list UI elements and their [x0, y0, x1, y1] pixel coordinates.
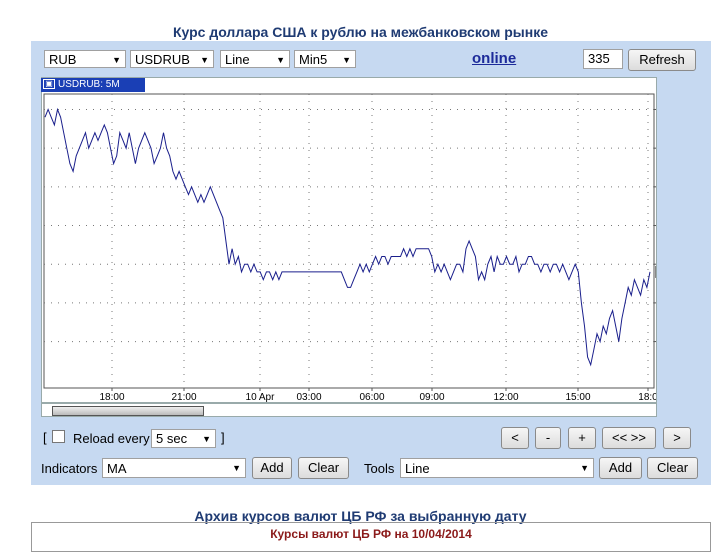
- chart-area[interactable]: 35.7535.7035.6535.6035.5535.5035.4518:00…: [41, 77, 657, 403]
- page-title: Курс доллара США к рублю на межбанковско…: [172, 24, 549, 40]
- chart-series-tag: ▣ USDRUB: 5M: [41, 78, 145, 92]
- last-value-marker: [655, 265, 656, 278]
- tools-label: Tools: [364, 461, 395, 476]
- zoom-out-button[interactable]: -: [535, 427, 561, 449]
- chevron-down-icon: ▼: [342, 55, 351, 65]
- reload-interval-select[interactable]: 5 sec ▼: [151, 429, 216, 448]
- indicators-select[interactable]: MA ▼: [102, 458, 246, 478]
- nav-prev-button[interactable]: <: [501, 427, 529, 449]
- plot-border: [43, 93, 655, 389]
- pair-select[interactable]: USDRUB ▼: [130, 50, 214, 68]
- nav-next-button[interactable]: >: [663, 427, 691, 449]
- reload-close-bracket: ]: [221, 430, 225, 445]
- tools-clear-button[interactable]: Clear: [647, 457, 698, 479]
- x-tick-label: 21:00: [171, 392, 196, 402]
- pair-select-value: USDRUB: [135, 52, 190, 67]
- chevron-down-icon: ▼: [580, 463, 589, 473]
- x-tick-label: 15:00: [565, 392, 590, 402]
- chart-type-select-value: Line: [225, 52, 250, 67]
- x-tick-label: 03:00: [296, 392, 321, 402]
- currency-select[interactable]: RUB ▼: [44, 50, 126, 68]
- refresh-button[interactable]: Refresh: [628, 49, 696, 71]
- x-tick-label: 12:00: [493, 392, 518, 402]
- chevron-down-icon: ▼: [112, 55, 121, 65]
- tools-select[interactable]: Line ▼: [400, 458, 594, 478]
- count-input[interactable]: 335: [583, 49, 623, 69]
- indicators-label: Indicators: [41, 461, 98, 476]
- series-tag-icon: ▣: [43, 79, 55, 89]
- reload-label: Reload every: [73, 431, 150, 446]
- x-tick-label: 18:00: [99, 392, 124, 402]
- archive-table: Курсы валют ЦБ РФ на 10/04/2014: [31, 522, 711, 552]
- x-tick-label: 09:00: [419, 392, 444, 402]
- tools-add-button[interactable]: Add: [599, 457, 642, 479]
- zoom-in-button[interactable]: +: [568, 427, 596, 449]
- chevron-down-icon: ▼: [232, 463, 241, 473]
- reload-interval-value: 5 sec: [156, 431, 188, 446]
- chevron-down-icon: ▼: [276, 55, 285, 65]
- indicators-add-button[interactable]: Add: [252, 457, 292, 479]
- chart-scrollbar[interactable]: [41, 403, 657, 417]
- scrollbar-thumb[interactable]: [52, 406, 204, 416]
- price-chart: 35.7535.7035.6535.6035.5535.5035.4518:00…: [43, 93, 656, 402]
- online-link[interactable]: online: [472, 50, 516, 67]
- chevron-down-icon: ▼: [202, 434, 211, 444]
- reload-checkbox[interactable]: [52, 430, 65, 443]
- currency-select-value: RUB: [49, 52, 77, 67]
- x-tick-label: 18:0: [638, 392, 656, 402]
- x-tick-label: 10 Apr: [246, 392, 276, 402]
- fit-all-button[interactable]: << >>: [602, 427, 656, 449]
- tools-select-value: Line: [405, 461, 430, 476]
- x-tick-label: 06:00: [359, 392, 384, 402]
- chart-tag-label: USDRUB: 5M: [58, 79, 120, 90]
- indicators-select-value: MA: [107, 461, 127, 476]
- archive-subtitle: Курсы валют ЦБ РФ на 10/04/2014: [270, 527, 472, 541]
- interval-select[interactable]: Min5 ▼: [294, 50, 356, 68]
- reload-open-bracket: [: [43, 430, 47, 445]
- chart-type-select[interactable]: Line ▼: [220, 50, 290, 68]
- indicators-clear-button[interactable]: Clear: [298, 457, 349, 479]
- chevron-down-icon: ▼: [200, 55, 209, 65]
- interval-select-value: Min5: [299, 52, 328, 67]
